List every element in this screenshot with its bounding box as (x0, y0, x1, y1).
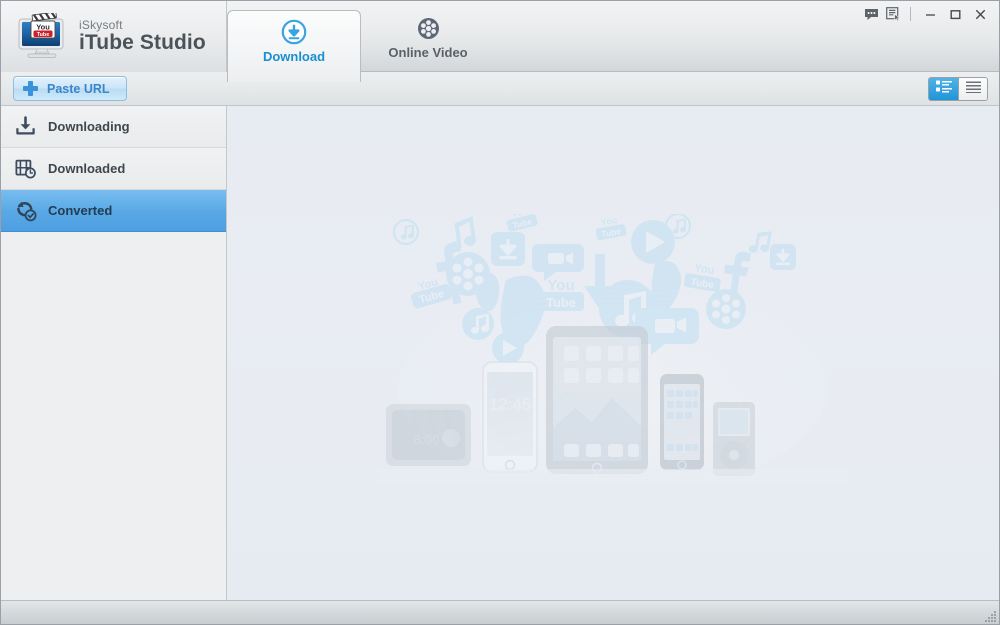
film-clock-icon (14, 157, 37, 180)
window-controls (860, 4, 993, 24)
view-mode-toggle (928, 77, 988, 101)
sidebar-item-downloaded[interactable]: Downloaded (1, 148, 226, 190)
brand-title: iTube Studio (79, 31, 206, 55)
svg-text:You: You (600, 215, 618, 228)
itube-studio-window: You Tube iSkysoft iTube Studio Download … (0, 0, 1000, 625)
brand-area: You Tube iSkysoft iTube Studio (1, 1, 227, 72)
svg-text:Tube: Tube (418, 288, 446, 307)
main-tabs: Download Online Video (227, 1, 495, 82)
brand-text: iSkysoft iTube Studio (79, 19, 206, 55)
tab-download-label: Download (262, 49, 326, 64)
svg-text:Tube: Tube (546, 295, 576, 310)
thumbnail-view-button[interactable] (929, 78, 958, 100)
devices-media-watermark: Tube You Tube You Tube You Tube You Tube… (378, 205, 848, 494)
window-controls-separator (910, 7, 911, 21)
resize-grip-icon[interactable] (983, 609, 997, 623)
tab-online-video[interactable]: Online Video (361, 1, 495, 72)
toolbar: Paste URL (1, 72, 999, 106)
maximize-button[interactable] (943, 4, 968, 24)
status-bar (1, 600, 999, 624)
svg-text:Tube: Tube (690, 277, 715, 292)
svg-text:You: You (36, 22, 50, 31)
film-reel-icon (416, 14, 441, 41)
thumbnail-list-icon (935, 80, 952, 98)
tab-download[interactable]: Download (227, 10, 361, 82)
minimize-button[interactable] (918, 4, 943, 24)
list-view-button[interactable] (958, 78, 987, 100)
svg-text:You: You (510, 214, 528, 219)
svg-text:Tube: Tube (512, 216, 534, 231)
sidebar-item-converted-label: Converted (48, 203, 113, 218)
itube-studio-logo-icon: You Tube (15, 11, 69, 61)
plus-icon (23, 81, 38, 96)
svg-text:You: You (547, 277, 574, 294)
svg-text:Tube: Tube (37, 31, 49, 37)
svg-text:12:45: 12:45 (489, 395, 532, 414)
brand-subtitle: iSkysoft (79, 17, 123, 32)
svg-text:You: You (694, 262, 716, 277)
sidebar-empty-space (1, 232, 226, 600)
activity-log-icon[interactable] (882, 4, 904, 24)
title-bar: You Tube iSkysoft iTube Studio Download … (1, 1, 999, 82)
svg-text:8:00: 8:00 (414, 432, 439, 447)
convert-check-icon (14, 199, 37, 222)
list-lines-icon (965, 80, 981, 98)
sidebar-item-downloading-label: Downloading (48, 119, 130, 134)
sidebar-item-downloaded-label: Downloaded (48, 161, 126, 176)
svg-text:Tube: Tube (601, 226, 622, 239)
feedback-icon[interactable] (860, 4, 882, 24)
sidebar: Downloading Downloaded Converted (1, 106, 227, 600)
svg-text:You: You (417, 276, 440, 293)
sidebar-item-downloading[interactable]: Downloading (1, 106, 226, 148)
paste-url-button[interactable]: Paste URL (13, 76, 127, 101)
content-area: Tube You Tube You Tube You Tube You Tube… (227, 106, 999, 600)
tab-online-video-label: Online Video (388, 44, 468, 60)
close-button[interactable] (968, 4, 993, 24)
sidebar-item-converted[interactable]: Converted (1, 190, 226, 232)
download-tray-icon (14, 115, 37, 138)
body: Downloading Downloaded Converted Tube Yo… (1, 106, 999, 600)
paste-url-label: Paste URL (47, 81, 110, 96)
download-circle-icon (281, 19, 307, 45)
